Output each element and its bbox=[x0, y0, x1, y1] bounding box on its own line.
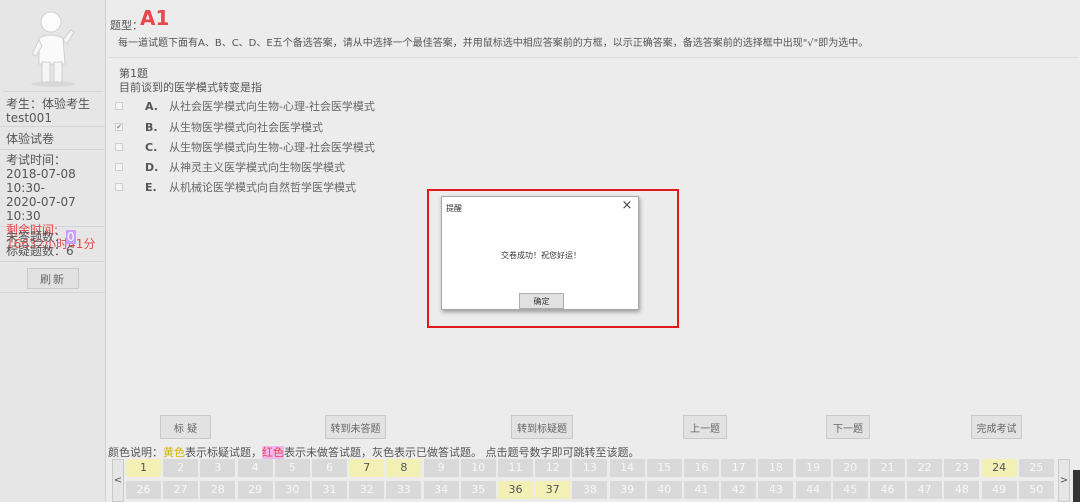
dialog-title: 提醒 bbox=[446, 204, 462, 213]
alert-dialog: 提醒 × 交卷成功！祝您好运！ 确定 bbox=[441, 196, 639, 310]
close-icon[interactable]: × bbox=[620, 199, 634, 213]
dialog-message: 交卷成功！祝您好运！ bbox=[501, 251, 581, 260]
ok-button[interactable]: 确定 bbox=[519, 293, 564, 309]
